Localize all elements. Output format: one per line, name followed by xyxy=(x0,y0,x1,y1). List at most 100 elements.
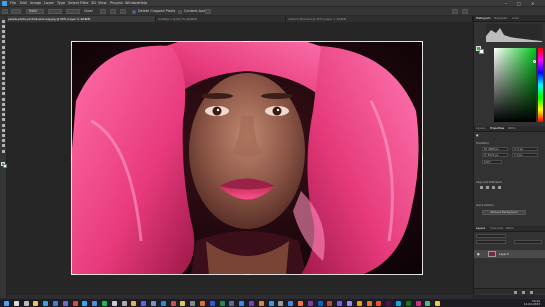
paint-icon[interactable] xyxy=(268,301,274,306)
gear-icon[interactable] xyxy=(120,9,126,14)
snip-icon[interactable] xyxy=(415,301,421,306)
menu-layer[interactable]: Layer xyxy=(44,1,54,6)
excel-icon[interactable] xyxy=(219,301,225,306)
crop-handle-top[interactable] xyxy=(244,41,250,43)
outlook-icon[interactable] xyxy=(317,301,323,306)
spot-healing-tool-icon[interactable] xyxy=(1,61,6,65)
rectangle-tool-icon[interactable] xyxy=(1,118,6,122)
more-tools-icon[interactable] xyxy=(1,133,6,137)
eye-icon[interactable]: ● xyxy=(477,252,480,256)
system-clock[interactable]: 16:42 12-02-2023 xyxy=(524,299,540,307)
crop-handle-top-left[interactable] xyxy=(71,41,73,46)
xbox-icon[interactable] xyxy=(405,301,411,306)
type-tool-icon[interactable] xyxy=(1,107,6,111)
blur-tool-icon[interactable] xyxy=(1,92,6,96)
firefox-icon[interactable] xyxy=(298,301,303,306)
teams-icon[interactable] xyxy=(229,301,235,306)
chrome-icon[interactable] xyxy=(72,301,78,306)
discord-icon[interactable] xyxy=(141,301,147,306)
layer-name[interactable]: Layer 0 xyxy=(499,253,509,256)
pen-tool-icon[interactable] xyxy=(1,102,6,106)
eyedropper-tool-icon[interactable] xyxy=(1,55,6,59)
menu-file[interactable]: File xyxy=(10,1,16,6)
align-right-icon[interactable] xyxy=(492,186,495,189)
maximize-button[interactable]: □ xyxy=(517,1,521,6)
menu-edit[interactable]: Edit xyxy=(20,1,27,6)
menu-filter[interactable]: Filter xyxy=(80,1,89,6)
spotify-icon[interactable] xyxy=(102,301,107,306)
mini-background-swatch[interactable] xyxy=(479,49,484,54)
maps-icon[interactable] xyxy=(425,301,431,306)
remove-background-button[interactable]: Remove Background xyxy=(482,210,526,215)
tab-properties[interactable]: Properties xyxy=(490,126,504,131)
minimize-button[interactable]: – xyxy=(505,1,507,6)
word-icon[interactable] xyxy=(209,301,215,306)
gradient-tool-icon[interactable] xyxy=(1,87,6,91)
skype-icon[interactable] xyxy=(396,301,401,306)
tab-layers[interactable]: Layers xyxy=(476,226,485,231)
crop-handle-right[interactable] xyxy=(421,155,423,161)
vlc-icon[interactable] xyxy=(258,301,264,306)
media-icon[interactable] xyxy=(200,301,205,306)
close-button[interactable]: ✕ xyxy=(531,1,534,6)
eraser-tool-icon[interactable] xyxy=(1,81,6,85)
marquee-tool-icon[interactable] xyxy=(1,29,6,33)
photos-icon[interactable] xyxy=(288,301,294,306)
clear-button[interactable]: Clear xyxy=(84,9,93,14)
quick-mask-icon[interactable] xyxy=(1,144,6,148)
align-left-icon[interactable] xyxy=(480,186,483,189)
slack-icon[interactable] xyxy=(386,301,392,306)
move-tool-icon[interactable] xyxy=(1,19,6,23)
align-top-icon[interactable] xyxy=(498,186,501,189)
edge-browser-icon[interactable] xyxy=(43,301,49,306)
delete-cropped-checkbox[interactable] xyxy=(132,9,136,14)
new-group-icon[interactable] xyxy=(514,290,517,294)
tab-histogram[interactable]: Histogram xyxy=(476,16,491,21)
mail-icon[interactable] xyxy=(53,301,58,306)
ratio-dropdown[interactable]: Ratio xyxy=(26,9,44,14)
artboard-tool-icon[interactable] xyxy=(1,24,6,28)
reset-icon[interactable] xyxy=(205,9,211,14)
tab-channels[interactable]: Channels xyxy=(490,226,503,231)
menu-window[interactable]: Window xyxy=(125,1,139,6)
tab-layers-top[interactable]: Layers xyxy=(476,126,485,131)
cancel-icon[interactable] xyxy=(452,9,458,14)
grid-overlay-icon[interactable] xyxy=(110,9,116,14)
crop-frame[interactable] xyxy=(71,41,423,275)
path-selection-tool-icon[interactable] xyxy=(1,113,6,117)
vscode-icon[interactable] xyxy=(160,301,166,306)
clone-stamp-tool-icon[interactable] xyxy=(1,71,6,75)
x-field[interactable]: X: 0 px xyxy=(512,147,538,151)
hand-tool-icon[interactable] xyxy=(1,123,6,127)
menu-image[interactable]: Image xyxy=(30,1,41,6)
crop-icon[interactable] xyxy=(11,9,21,14)
color-swatches-mini[interactable] xyxy=(476,46,484,54)
blender-icon[interactable] xyxy=(366,301,372,306)
task-view-icon[interactable] xyxy=(23,301,29,306)
brush-tool-icon[interactable] xyxy=(1,66,6,70)
calculator-icon[interactable] xyxy=(278,301,284,306)
calendar-icon[interactable] xyxy=(170,301,176,306)
crop-handle-bottom-right[interactable] xyxy=(421,270,423,275)
crop-handle-top-right[interactable] xyxy=(421,41,423,46)
menu-3d[interactable]: 3D xyxy=(91,1,96,6)
angle-field[interactable]: 0.00° xyxy=(482,160,502,164)
blend-mode-dropdown[interactable] xyxy=(476,240,506,244)
new-layer-icon[interactable] xyxy=(522,290,525,294)
color-picker-cursor[interactable] xyxy=(533,60,536,63)
layer-filter-dropdown[interactable] xyxy=(476,234,506,238)
trash-icon[interactable] xyxy=(530,290,533,294)
ratio-width-field[interactable] xyxy=(48,9,62,14)
tab-navigator[interactable]: Navigator xyxy=(494,16,508,21)
dodge-tool-icon[interactable] xyxy=(1,97,6,101)
frame-tool-icon[interactable] xyxy=(1,50,6,54)
search-icon[interactable] xyxy=(13,301,19,306)
hue-slider[interactable] xyxy=(538,48,543,122)
history-brush-tool-icon[interactable] xyxy=(1,76,6,80)
ratio-height-field[interactable] xyxy=(66,9,80,14)
git-icon[interactable] xyxy=(376,301,382,306)
obs-icon[interactable] xyxy=(249,301,254,306)
height-field[interactable]: H: 3072 px xyxy=(482,153,508,157)
folder-icon[interactable] xyxy=(131,301,137,306)
content-aware-checkbox[interactable] xyxy=(178,9,182,14)
